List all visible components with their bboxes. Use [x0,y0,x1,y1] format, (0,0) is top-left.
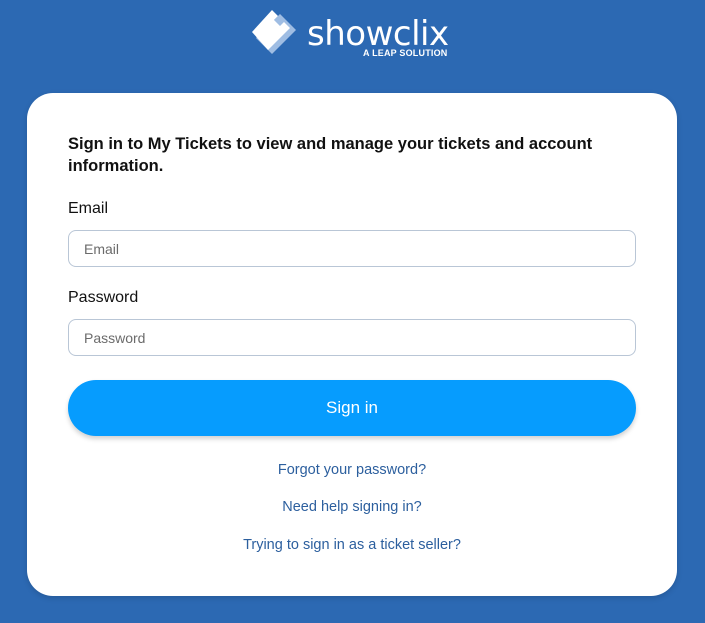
password-field[interactable] [68,319,636,356]
brand-tagline: A LEAP SOLUTION [363,48,448,58]
ticket-logo-icon [252,10,296,54]
page-header: showclix A LEAP SOLUTION [0,0,705,93]
forgot-password-link[interactable]: Forgot your password? [27,462,677,478]
help-signing-in-link[interactable]: Need help signing in? [27,499,677,515]
sign-in-button[interactable]: Sign in [68,380,636,436]
login-card: Sign in to My Tickets to view and manage… [27,93,677,596]
email-field[interactable] [68,230,636,267]
login-heading: Sign in to My Tickets to view and manage… [68,135,593,175]
ticket-seller-link[interactable]: Trying to sign in as a ticket seller? [27,537,677,553]
email-label: Email [68,200,109,217]
showclix-logo[interactable]: showclix A LEAP SOLUTION [250,6,460,62]
password-label: Password [68,289,139,306]
